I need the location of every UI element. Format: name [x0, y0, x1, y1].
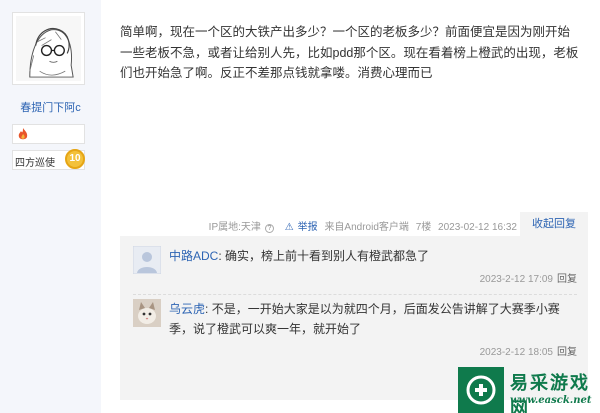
- reply-username[interactable]: 乌云虎: [169, 302, 205, 316]
- reply-colon: :: [205, 302, 212, 316]
- level-name: 四方巡使: [15, 158, 55, 169]
- ip-location: IP属地:天津: [208, 222, 261, 233]
- watermark-url: www.easck.net: [510, 395, 592, 406]
- reply-footer: 2023-2-12 17:09 回复: [169, 270, 577, 290]
- reply-button[interactable]: 回复: [557, 347, 577, 358]
- reply-text: 不是，一开始大家是以为就四个月，后面发公告讲解了大赛季小赛季，说了橙武可以爽一年…: [169, 302, 560, 336]
- reply-item: 中路ADC: 确实，榜上前十看到别人有橙武都急了 2023-2-12 17:09…: [132, 245, 577, 290]
- cat-avatar-icon: [133, 299, 161, 327]
- report-link[interactable]: ⚠ 举报: [281, 222, 318, 233]
- author-sidebar: 春提门下阿c 四方巡使 10: [0, 0, 101, 413]
- reply-time: 2023-2-12 18:05: [479, 347, 553, 358]
- reply-avatar[interactable]: [132, 245, 162, 275]
- post-time: 2023-02-12 16:32: [438, 222, 517, 233]
- reply-item: 乌云虎: 不是，一开始大家是以为就四个月，后面发公告讲解了大赛季小赛季，说了橙武…: [133, 294, 577, 363]
- post-meta: IP属地:天津? ⚠ 举报 来自Android客户端 7楼 2023-02-12 …: [205, 218, 517, 233]
- author-avatar[interactable]: [12, 12, 85, 85]
- post-source[interactable]: 来自Android客户端: [324, 222, 408, 233]
- reply-username[interactable]: 中路ADC: [169, 249, 218, 263]
- fire-badge[interactable]: [12, 124, 85, 144]
- warning-icon: ⚠: [284, 222, 294, 233]
- author-username[interactable]: 春提门下阿c: [0, 99, 101, 115]
- watermark-title: 易采游戏网: [510, 373, 590, 413]
- reply-text: 确实，榜上前十看到别人有橙武都急了: [225, 249, 430, 263]
- report-label: 举报: [297, 222, 318, 233]
- post-floor: 7楼: [415, 222, 432, 233]
- level-row[interactable]: 四方巡使 10: [12, 149, 85, 170]
- collapse-replies-button[interactable]: 收起回复: [520, 212, 588, 236]
- reply-time: 2023-2-12 17:09: [479, 274, 553, 285]
- gamepad-logo-icon: [466, 375, 496, 405]
- reply-avatar[interactable]: [133, 299, 161, 327]
- watermark-logo: [458, 367, 504, 413]
- help-icon[interactable]: ?: [264, 224, 274, 233]
- reply-button[interactable]: 回复: [557, 274, 577, 285]
- post-content: 简单啊，现在一个区的大铁产出多少？一个区的老板多少？前面便宜是因为刚开始一些老板…: [120, 25, 579, 80]
- level-badge: 10: [65, 149, 85, 169]
- default-avatar-icon: [132, 245, 162, 275]
- site-watermark: 易采游戏网 www.easck.net: [458, 367, 600, 413]
- reply-footer: 2023-2-12 18:05 回复: [169, 343, 577, 363]
- author-avatar-image: [16, 16, 81, 81]
- reply-colon: :: [218, 249, 226, 263]
- fire-icon: [18, 128, 28, 140]
